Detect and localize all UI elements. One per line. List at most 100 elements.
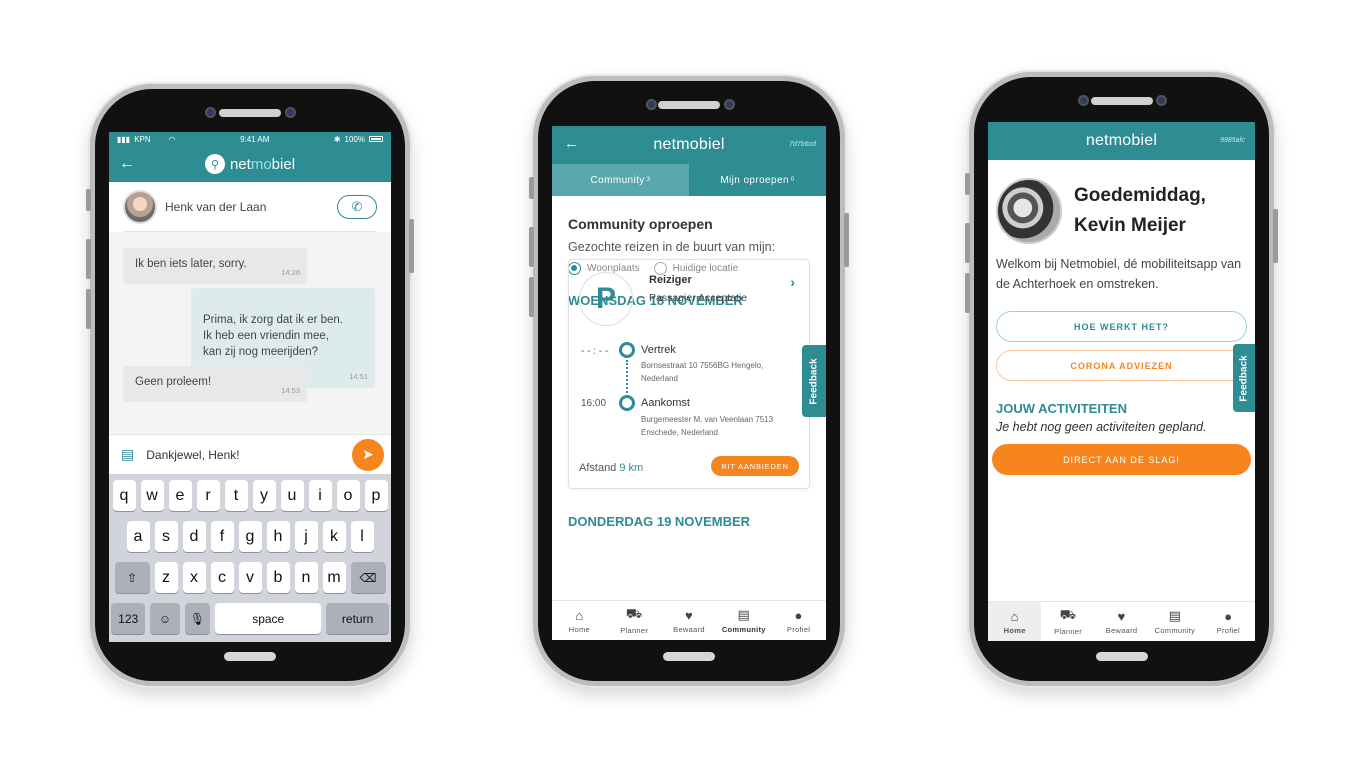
back-arrow-icon[interactable]: ←: [119, 155, 139, 173]
heart-icon: ♥: [684, 607, 693, 623]
key[interactable]: q: [112, 480, 136, 511]
numbers-key[interactable]: 123: [111, 603, 146, 634]
nav-bewaard[interactable]: ♥ Bewaard: [662, 601, 717, 640]
chevron-right-icon[interactable]: ›: [790, 274, 795, 290]
home-indicator: [663, 652, 715, 661]
key[interactable]: s: [154, 521, 178, 552]
greeting-section: Goedemiddag, Kevin Meijer: [988, 160, 1255, 244]
nav-community[interactable]: ▤ Community: [716, 601, 771, 640]
key[interactable]: g: [238, 521, 262, 552]
nav-label: Profiel: [1216, 625, 1240, 635]
nav-label: Profiel: [786, 624, 811, 634]
key[interactable]: y: [252, 480, 276, 511]
carrier-label: KPN: [134, 134, 151, 144]
nav-profiel[interactable]: ● Profiel: [1202, 602, 1255, 641]
arrival-time: 16:00: [581, 398, 607, 409]
tab-my-requests[interactable]: Mijn oproepen 0: [689, 164, 826, 196]
key[interactable]: v: [238, 562, 262, 593]
keyboard-row-4: 123 ☺ 🎙︎ space return: [111, 603, 389, 634]
key[interactable]: o: [336, 480, 360, 511]
nav-home[interactable]: ⌂ Home: [988, 602, 1042, 641]
message-input[interactable]: Dankjewel, Henk!: [146, 448, 352, 462]
mockup-stage: ▮▮▮ KPN ◠ 9:41 AM ✱ 100% ← ⚲ netmobiel Henk…: [0, 0, 1366, 768]
backspace-key[interactable]: ⌫: [350, 562, 386, 593]
emoji-key[interactable]: ☺: [150, 603, 180, 634]
key[interactable]: d: [182, 521, 206, 552]
avatar: [996, 178, 1062, 244]
screen-home: netmobiel 9985afc Goedemiddag, Kevin Mei…: [988, 122, 1255, 641]
nav-home[interactable]: ⌂ Home: [552, 601, 607, 640]
nav-label: Bewaard: [1105, 625, 1138, 635]
key[interactable]: i: [308, 480, 332, 511]
arrival-address: Burgemeester M. van Veenlaan 7513 Ensche…: [641, 415, 774, 437]
front-camera: [1078, 95, 1089, 106]
feedback-button[interactable]: Feedback: [1233, 344, 1255, 412]
nav-bewaard[interactable]: ♥ Bewaard: [1095, 602, 1148, 641]
keyboard-row-2: a s d f g h j k l: [111, 521, 389, 552]
message-list: Ik ben iets later, sorry. 14:26 Prima, i…: [109, 232, 391, 434]
dictation-key[interactable]: 🎙︎: [184, 603, 211, 634]
phone-chat: ▮▮▮ KPN ◠ 9:41 AM ✱ 100% ← ⚲ netmobiel Henk…: [86, 84, 414, 686]
feedback-button[interactable]: Feedback: [802, 345, 826, 417]
screen-chat: ▮▮▮ KPN ◠ 9:41 AM ✱ 100% ← ⚲ netmobiel Henk…: [109, 132, 391, 642]
back-arrow-icon[interactable]: ←: [564, 135, 579, 152]
key[interactable]: b: [266, 562, 290, 593]
key[interactable]: k: [322, 521, 346, 552]
key[interactable]: m: [322, 562, 346, 593]
key[interactable]: t: [224, 480, 248, 511]
tab-count: 0: [790, 177, 795, 183]
nav-label: Bewaard: [673, 624, 705, 634]
arrival-label: Aankomst: [641, 397, 690, 409]
key[interactable]: f: [210, 521, 234, 552]
key[interactable]: h: [266, 521, 290, 552]
get-started-button[interactable]: DIRECT AAN DE SLAG!: [992, 444, 1251, 475]
call-button[interactable]: ✆: [337, 194, 377, 219]
microphone-icon: 🎙︎: [189, 611, 206, 626]
trip-role: Reiziger: [649, 274, 692, 286]
trip-card[interactable]: P Reiziger Passagier Acceptatie › - - : …: [568, 259, 810, 489]
key[interactable]: e: [168, 480, 192, 511]
chat-header: ← ⚲ netmobiel: [109, 146, 391, 182]
netmobiel-logo: ⚲ netmobiel: [204, 154, 295, 174]
key[interactable]: w: [140, 480, 164, 511]
corona-advice-button[interactable]: CORONA ADVIEZEN: [996, 350, 1247, 381]
message-time: 14:51: [349, 372, 368, 381]
tab-community[interactable]: Community 3: [552, 164, 689, 196]
distance-label: Afstand: [579, 462, 617, 474]
key[interactable]: n: [294, 562, 318, 593]
sensor: [1156, 95, 1167, 106]
send-button[interactable]: ➤: [352, 438, 384, 471]
shift-key[interactable]: ⇧: [114, 562, 150, 593]
key[interactable]: r: [196, 480, 220, 511]
key[interactable]: z: [154, 562, 178, 593]
heart-icon: ♥: [1117, 608, 1126, 624]
shift-icon: ⇧: [126, 570, 138, 585]
nav-profiel[interactable]: ● Profiel: [771, 601, 826, 640]
key[interactable]: l: [350, 521, 374, 552]
logo-text: netmobiel: [230, 156, 295, 173]
person-icon: ●: [1224, 608, 1233, 624]
phone-home: netmobiel 9985afc Goedemiddag, Kevin Mei…: [965, 72, 1278, 686]
offer-ride-button[interactable]: RIT AANBIEDEN: [711, 456, 799, 476]
bottom-nav: ⌂ Home ⛟ Planner ♥ Bewaard ▤ Community ● Prof…: [552, 600, 826, 640]
wifi-icon: ◠: [168, 134, 176, 144]
key[interactable]: x: [182, 562, 206, 593]
app-title: netmobiel: [653, 136, 725, 153]
key[interactable]: c: [210, 562, 234, 593]
return-key[interactable]: return: [326, 603, 389, 634]
departure-dot-icon: [619, 342, 635, 358]
greeting-line: Goedemiddag,: [1074, 185, 1206, 206]
trip-distance: Afstand 9 km: [579, 462, 643, 474]
key[interactable]: a: [126, 521, 150, 552]
space-key[interactable]: space: [215, 603, 322, 634]
volume-up-button: [965, 223, 970, 263]
key[interactable]: p: [364, 480, 388, 511]
key[interactable]: u: [280, 480, 304, 511]
nav-community[interactable]: ▤ Community: [1148, 602, 1201, 641]
key[interactable]: j: [294, 521, 318, 552]
nav-planner[interactable]: ⛟ Planner: [607, 601, 662, 640]
how-it-works-button[interactable]: HOE WERKT HET?: [996, 311, 1247, 342]
chat-icon: ▤: [737, 607, 751, 622]
bluetooth-icon: ✱: [333, 134, 341, 144]
nav-planner[interactable]: ⛟ Planner: [1041, 602, 1094, 641]
